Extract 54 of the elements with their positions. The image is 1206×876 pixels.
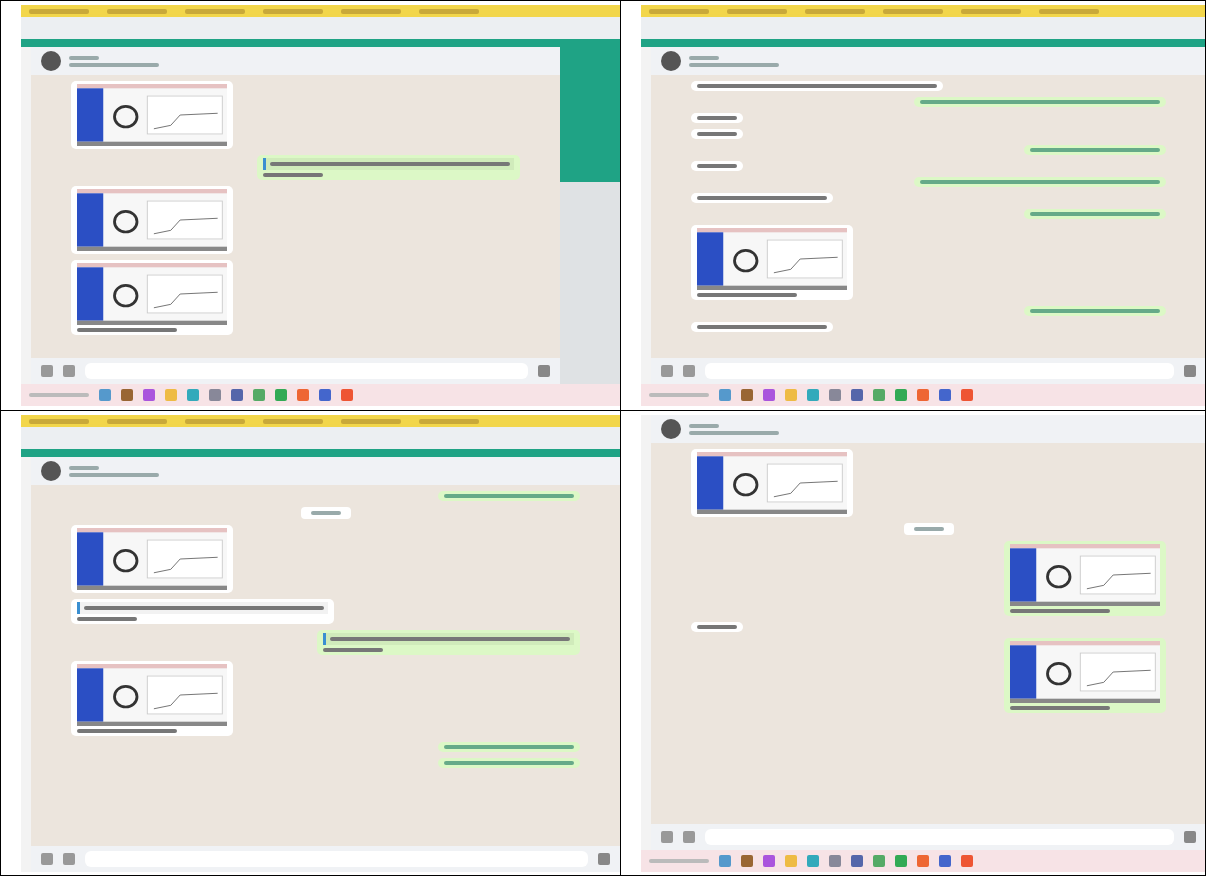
taskbar-app-icon[interactable] [319, 389, 331, 401]
taskbar-app-icon[interactable] [121, 389, 133, 401]
taskbar-app-icon[interactable] [99, 389, 111, 401]
taskbar-app-icon[interactable] [719, 855, 731, 867]
taskbar-app-icon[interactable] [851, 855, 863, 867]
attach-icon[interactable] [63, 853, 75, 865]
mic-icon[interactable] [538, 365, 550, 377]
taskbar-app-icon[interactable] [939, 389, 951, 401]
taskbar-app-icon[interactable] [209, 389, 221, 401]
taskbar-app-icon[interactable] [253, 389, 265, 401]
attach-icon[interactable] [63, 365, 75, 377]
taskbar-app-icon[interactable] [917, 855, 929, 867]
taskbar-app-icon[interactable] [143, 389, 155, 401]
taskbar-app-icon[interactable] [741, 855, 753, 867]
taskbar-app-icon[interactable] [939, 855, 951, 867]
taskbar-app-icon[interactable] [961, 855, 973, 867]
date-chip [903, 523, 954, 535]
mic-icon[interactable] [1184, 831, 1196, 843]
taskbar-app-icon[interactable] [829, 389, 841, 401]
taskbar-app-icon[interactable] [873, 855, 885, 867]
taskbar-app-icon[interactable] [719, 389, 731, 401]
taskbar-app-icon[interactable] [961, 389, 973, 401]
taskbar-app-icon[interactable] [807, 389, 819, 401]
emoji-icon[interactable] [661, 831, 673, 843]
taskbar-app-icon[interactable] [231, 389, 243, 401]
emoji-icon[interactable] [41, 365, 53, 377]
taskbar-app-icon[interactable] [829, 855, 841, 867]
taskbar-app-icon[interactable] [165, 389, 177, 401]
taskbar-app-icon[interactable] [807, 855, 819, 867]
emoji-icon[interactable] [41, 853, 53, 865]
taskbar-app-icon[interactable] [741, 389, 753, 401]
avatar-icon [41, 461, 61, 481]
emoji-icon[interactable] [661, 365, 673, 377]
taskbar-app-icon[interactable] [275, 389, 287, 401]
taskbar-app-icon[interactable] [873, 389, 885, 401]
avatar-icon [661, 419, 681, 439]
taskbar-app-icon[interactable] [785, 855, 797, 867]
taskbar-app-icon[interactable] [341, 389, 353, 401]
taskbar-app-icon[interactable] [763, 389, 775, 401]
taskbar-app-icon[interactable] [895, 855, 907, 867]
mic-icon[interactable] [1184, 365, 1196, 377]
avatar-icon [661, 51, 681, 71]
date-chip [300, 507, 351, 519]
taskbar-app-icon[interactable] [785, 389, 797, 401]
mic-icon[interactable] [598, 853, 610, 865]
taskbar-app-icon[interactable] [895, 389, 907, 401]
avatar-icon [41, 51, 61, 71]
taskbar-app-icon[interactable] [187, 389, 199, 401]
taskbar-app-icon[interactable] [763, 855, 775, 867]
taskbar-app-icon[interactable] [851, 389, 863, 401]
taskbar-app-icon[interactable] [917, 389, 929, 401]
attach-icon[interactable] [683, 831, 695, 843]
attach-icon[interactable] [683, 365, 695, 377]
taskbar-app-icon[interactable] [297, 389, 309, 401]
